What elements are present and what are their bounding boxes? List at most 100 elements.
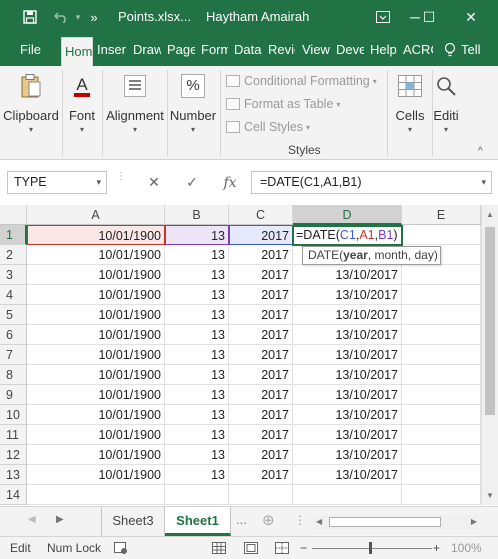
cell-d9[interactable]: 13/10/2017: [293, 385, 402, 405]
number-button[interactable]: % Number ▾: [168, 66, 218, 134]
cell-a4[interactable]: 10/01/1900: [27, 285, 165, 305]
font-button[interactable]: A Font ▾: [64, 66, 100, 134]
cell-c2[interactable]: 2017: [229, 245, 293, 265]
cell-e14[interactable]: [402, 485, 481, 505]
active-cell-d1[interactable]: =DATE(C1,A1,B1): [292, 225, 403, 246]
cell-e6[interactable]: [402, 325, 481, 345]
zoom-out-button[interactable]: −: [300, 541, 307, 555]
cell-c7[interactable]: 2017: [229, 345, 293, 365]
scroll-left-icon[interactable]: ◀: [316, 517, 322, 526]
cell-e5[interactable]: [402, 305, 481, 325]
row-header-13[interactable]: 13: [0, 465, 27, 485]
cell-d4[interactable]: 13/10/2017: [293, 285, 402, 305]
cell-a6[interactable]: 10/01/1900: [27, 325, 165, 345]
cell-c3[interactable]: 2017: [229, 265, 293, 285]
tab-insert[interactable]: Inser: [97, 34, 127, 66]
name-box[interactable]: TYPE ▾: [7, 171, 107, 194]
cell-d3[interactable]: 13/10/2017: [293, 265, 402, 285]
cell-a12[interactable]: 10/01/1900: [27, 445, 165, 465]
cells-button[interactable]: Cells ▾: [390, 66, 430, 134]
formula-input[interactable]: =DATE(C1,A1,B1) ▾: [251, 171, 492, 194]
cell-c12[interactable]: 2017: [229, 445, 293, 465]
cell-a3[interactable]: 10/01/1900: [27, 265, 165, 285]
cell-e3[interactable]: [402, 265, 481, 285]
row-header-12[interactable]: 12: [0, 445, 27, 465]
cell-b6[interactable]: 13: [165, 325, 229, 345]
zoom-in-button[interactable]: +: [433, 541, 440, 555]
cell-a2[interactable]: 10/01/1900: [27, 245, 165, 265]
cell-d10[interactable]: 13/10/2017: [293, 405, 402, 425]
cell-a1[interactable]: 10/01/1900: [27, 225, 165, 245]
zoom-slider-thumb[interactable]: [369, 542, 372, 554]
cell-c4[interactable]: 2017: [229, 285, 293, 305]
column-header-c[interactable]: C: [229, 205, 293, 225]
cell-c8[interactable]: 2017: [229, 365, 293, 385]
horizontal-scrollbar[interactable]: ◀ ▶: [314, 515, 479, 529]
scroll-up-icon[interactable]: ▲: [482, 207, 498, 223]
row-header-3[interactable]: 3: [0, 265, 27, 285]
enter-icon[interactable]: ✓: [173, 174, 211, 191]
select-all-corner[interactable]: [0, 205, 27, 225]
cell-e7[interactable]: [402, 345, 481, 365]
cell-a9[interactable]: 10/01/1900: [27, 385, 165, 405]
cell-e4[interactable]: [402, 285, 481, 305]
cell-e12[interactable]: [402, 445, 481, 465]
row-header-8[interactable]: 8: [0, 365, 27, 385]
tab-data[interactable]: Data: [234, 34, 262, 66]
cell-d14[interactable]: [293, 485, 402, 505]
tab-review[interactable]: Revie: [268, 34, 295, 66]
cell-e13[interactable]: [402, 465, 481, 485]
cell-c5[interactable]: 2017: [229, 305, 293, 325]
tab-file[interactable]: File: [20, 34, 46, 66]
editing-button[interactable]: Editi ▾: [430, 66, 462, 134]
tab-help[interactable]: Help: [370, 34, 398, 66]
cell-e8[interactable]: [402, 365, 481, 385]
restore-button[interactable]: ☐: [414, 4, 444, 30]
sheet-prev-icon[interactable]: ◀: [28, 514, 36, 525]
row-header-9[interactable]: 9: [0, 385, 27, 405]
row-header-6[interactable]: 6: [0, 325, 27, 345]
row-header-14[interactable]: 14: [0, 485, 27, 505]
format-as-table-button[interactable]: Format as Table ▾: [226, 97, 340, 111]
vertical-scroll-thumb[interactable]: [485, 227, 495, 415]
cell-styles-button[interactable]: Cell Styles ▾: [226, 120, 310, 134]
cell-d11[interactable]: 13/10/2017: [293, 425, 402, 445]
cell-e9[interactable]: [402, 385, 481, 405]
insert-function-icon[interactable]: fx: [211, 175, 249, 191]
tab-view[interactable]: View: [302, 34, 330, 66]
cell-b9[interactable]: 13: [165, 385, 229, 405]
column-header-e[interactable]: E: [402, 205, 481, 225]
lightbulb-icon[interactable]: [444, 34, 460, 66]
zoom-slider[interactable]: [312, 548, 432, 549]
vertical-scrollbar[interactable]: ▲ ▼: [481, 205, 498, 505]
cell-e11[interactable]: [402, 425, 481, 445]
cell-b4[interactable]: 13: [165, 285, 229, 305]
page-break-view-icon[interactable]: [275, 542, 289, 557]
more-commands-icon[interactable]: »: [88, 8, 100, 26]
tab-page-layout[interactable]: Page: [167, 34, 195, 66]
cell-b13[interactable]: 13: [165, 465, 229, 485]
scroll-right-icon[interactable]: ▶: [471, 517, 477, 526]
cell-b7[interactable]: 13: [165, 345, 229, 365]
cell-d12[interactable]: 13/10/2017: [293, 445, 402, 465]
cell-c11[interactable]: 2017: [229, 425, 293, 445]
cell-b2[interactable]: 13: [165, 245, 229, 265]
conditional-formatting-button[interactable]: Conditional Formatting ▾: [226, 74, 377, 88]
cell-b14[interactable]: [165, 485, 229, 505]
tab-developer[interactable]: Deve: [336, 34, 364, 66]
collapse-ribbon-icon[interactable]: ^: [478, 146, 483, 157]
cell-c10[interactable]: 2017: [229, 405, 293, 425]
sheet-next-icon[interactable]: ▶: [56, 514, 64, 525]
cell-c13[interactable]: 2017: [229, 465, 293, 485]
cell-d7[interactable]: 13/10/2017: [293, 345, 402, 365]
cell-c6[interactable]: 2017: [229, 325, 293, 345]
cell-b5[interactable]: 13: [165, 305, 229, 325]
cell-c14[interactable]: [229, 485, 293, 505]
macro-record-icon[interactable]: [114, 542, 128, 558]
cell-d8[interactable]: 13/10/2017: [293, 365, 402, 385]
sheet-tab-sheet3[interactable]: Sheet3: [101, 507, 165, 536]
cell-a7[interactable]: 10/01/1900: [27, 345, 165, 365]
sheet-tab-sheet1[interactable]: Sheet1: [165, 507, 231, 536]
more-sheets-icon[interactable]: ...: [236, 512, 247, 527]
tab-acrobat[interactable]: ACRO: [403, 34, 433, 66]
